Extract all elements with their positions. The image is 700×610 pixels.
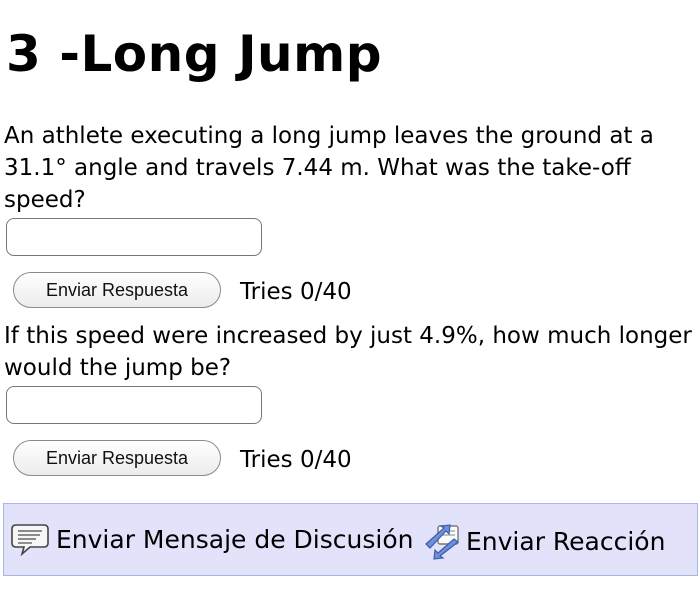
- speech-bubble-icon: [11, 524, 49, 556]
- send-reaction-link[interactable]: Enviar Reacción: [422, 522, 665, 560]
- answer-2-input[interactable]: [6, 386, 262, 424]
- feedback-bar: Enviar Mensaje de Discusión Enviar Reacc…: [3, 503, 698, 576]
- reaction-arrows-icon: [425, 524, 459, 560]
- submit-answer-2-button[interactable]: Enviar Respuesta: [13, 440, 221, 476]
- discussion-label: Enviar Mensaje de Discusión: [56, 524, 414, 554]
- question-2-text: If this speed were increased by just 4.9…: [4, 323, 692, 381]
- send-discussion-link[interactable]: Enviar Mensaje de Discusión: [10, 522, 413, 556]
- question-1-text: An athlete executing a long jump leaves …: [4, 123, 654, 213]
- answer-1-input[interactable]: [6, 218, 262, 256]
- reaction-label: Enviar Reacción: [466, 526, 666, 556]
- problem-title: 3 -Long Jump: [6, 25, 383, 83]
- submit-answer-1-button[interactable]: Enviar Respuesta: [13, 272, 221, 308]
- tries-2-counter: Tries 0/40: [240, 447, 352, 473]
- tries-1-counter: Tries 0/40: [240, 279, 352, 305]
